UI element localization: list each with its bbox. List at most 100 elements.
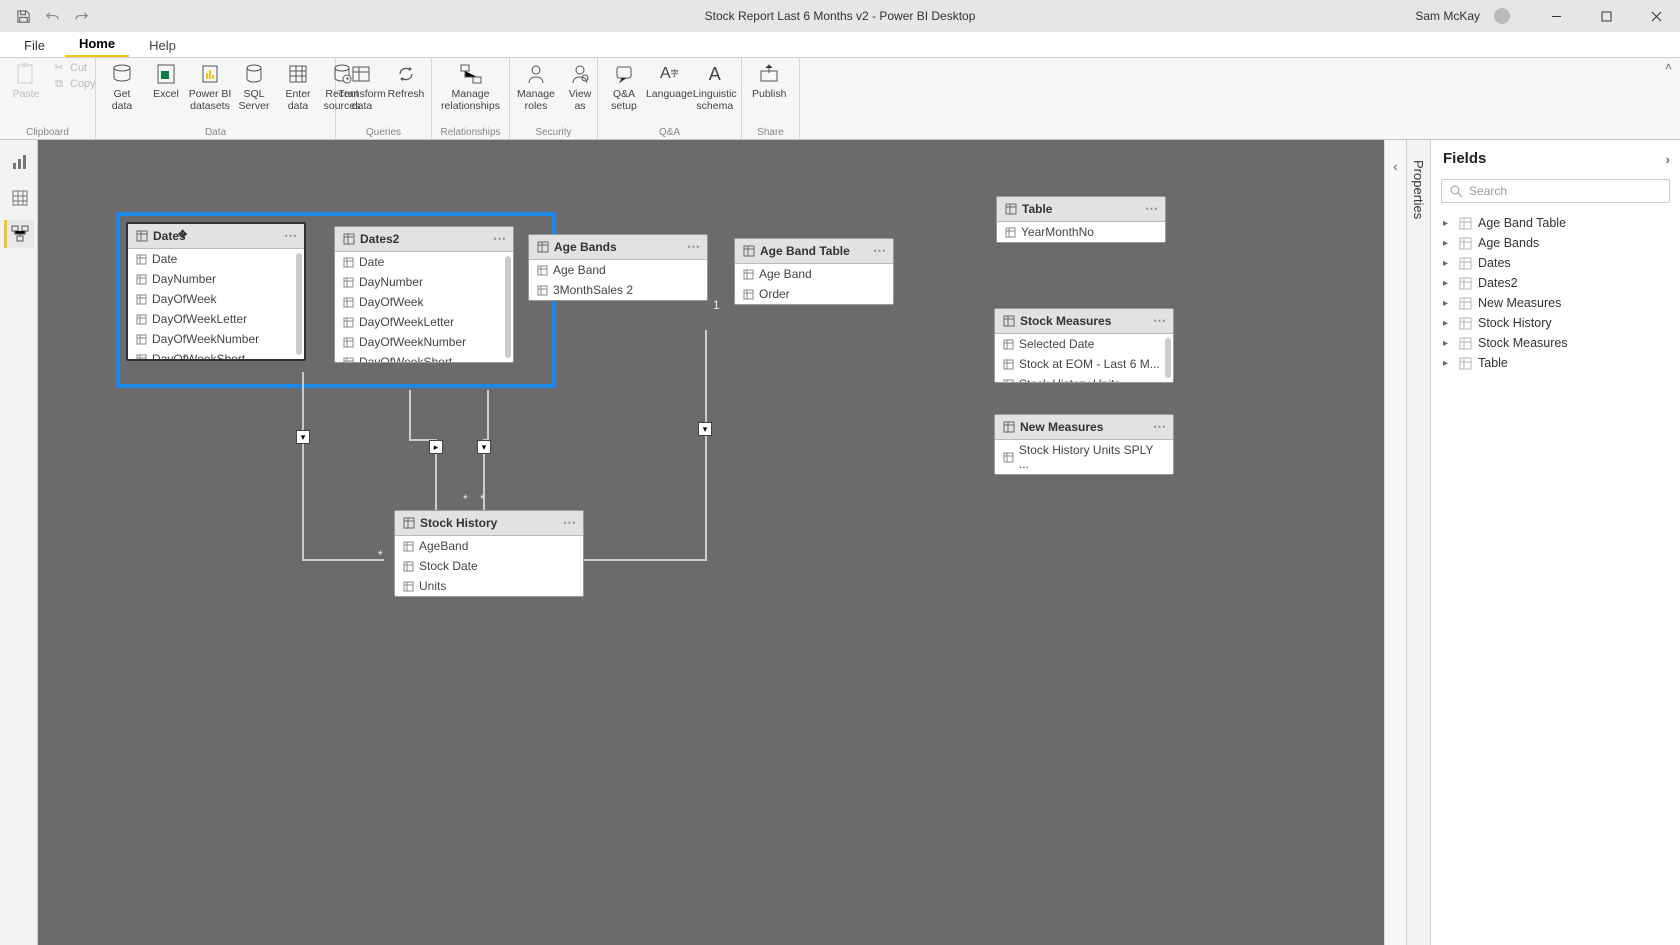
caret-right-icon: ▸ xyxy=(1443,218,1453,229)
fields-table-row[interactable]: ▸Table xyxy=(1439,353,1672,373)
table-menu-icon[interactable]: ⋯ xyxy=(873,243,887,259)
column-row[interactable]: Order xyxy=(735,284,893,304)
table-menu-icon[interactable]: ⋯ xyxy=(1153,419,1167,435)
paste-label: Paste xyxy=(13,88,40,100)
fields-table-row[interactable]: ▸Stock Measures xyxy=(1439,333,1672,353)
publish-button[interactable]: Publish xyxy=(748,60,790,102)
menu-bar: File Home Help xyxy=(0,32,1680,58)
collapse-ribbon-icon[interactable]: ˄ xyxy=(1665,60,1672,74)
cardinality-many: * xyxy=(463,492,468,506)
pbi-datasets-button[interactable]: Power BI datasets xyxy=(190,60,230,114)
app-title: Stock Report Last 6 Months v2 - Power BI… xyxy=(705,9,976,23)
table-menu-icon[interactable]: ⋯ xyxy=(284,228,298,244)
filter-direction-icon: ▸ xyxy=(429,440,443,454)
view-as-button[interactable]: View as xyxy=(560,60,600,114)
column-row[interactable]: DayNumber xyxy=(335,272,513,292)
excel-button[interactable]: Excel xyxy=(146,60,186,102)
column-row[interactable]: DayOfWeekShort xyxy=(335,352,513,362)
table-menu-icon[interactable]: ⋯ xyxy=(1153,313,1167,329)
table-new-measures[interactable]: New Measures ⋯ Stock History Units SPLY .… xyxy=(994,414,1174,475)
model-canvas[interactable]: 1 1 1 * * * * ▾ ▸ ▾ ▾ Dates✥⋯ DateDayNum… xyxy=(38,140,1384,945)
tab-file[interactable]: File xyxy=(10,34,59,57)
table-dates[interactable]: Dates✥⋯ DateDayNumberDayOfWeekDayOfWeekL… xyxy=(126,222,306,361)
refresh-button[interactable]: Refresh xyxy=(386,60,426,102)
fields-table-row[interactable]: ▸Stock History xyxy=(1439,313,1672,333)
get-data-button[interactable]: Get data xyxy=(102,60,142,114)
table-title: Age Band Table xyxy=(760,244,850,258)
maximize-button[interactable] xyxy=(1586,0,1626,32)
column-row[interactable]: DayNumber xyxy=(128,269,304,289)
user-avatar[interactable] xyxy=(1494,8,1510,24)
table-table[interactable]: Table⋯ YearMonthNo xyxy=(996,196,1166,243)
column-row[interactable]: Stock Date xyxy=(395,556,583,576)
table-icon xyxy=(1459,257,1472,270)
fields-table-row[interactable]: ▸Dates2 xyxy=(1439,273,1672,293)
column-row[interactable]: Date xyxy=(128,249,304,269)
minimize-button[interactable] xyxy=(1536,0,1576,32)
fields-table-row[interactable]: ▸New Measures xyxy=(1439,293,1672,313)
user-name[interactable]: Sam McKay xyxy=(1415,9,1480,23)
redo-icon[interactable] xyxy=(74,9,89,24)
qa-setup-button[interactable]: Q&A setup xyxy=(604,60,644,114)
scrollbar[interactable] xyxy=(1165,338,1171,378)
table-stock-history[interactable]: Stock History ⋯ AgeBandStock DateUnits xyxy=(394,510,584,597)
table-title: Stock Measures xyxy=(1020,314,1111,328)
table-menu-icon[interactable]: ⋯ xyxy=(493,231,507,247)
table-menu-icon[interactable]: ⋯ xyxy=(563,515,577,531)
manage-roles-button[interactable]: Manage roles xyxy=(516,60,556,114)
column-row[interactable]: Stock History Units xyxy=(995,374,1173,382)
table-stock-measures[interactable]: Stock Measures ⋯ Selected DateStock at EO… xyxy=(994,308,1174,383)
undo-icon[interactable] xyxy=(45,9,60,24)
group-queries-label: Queries xyxy=(342,127,425,139)
table-menu-icon[interactable]: ⋯ xyxy=(1145,201,1159,217)
group-qa-label: Q&A xyxy=(604,127,735,139)
collapse-pane-icon[interactable]: ‹ xyxy=(1393,158,1398,174)
column-row[interactable]: Stock at EOM - Last 6 M... xyxy=(995,354,1173,374)
scrollbar[interactable] xyxy=(296,253,302,355)
tab-help[interactable]: Help xyxy=(135,34,190,57)
column-row[interactable]: DayOfWeek xyxy=(128,289,304,309)
column-row[interactable]: DayOfWeekLetter xyxy=(335,312,513,332)
fields-table-row[interactable]: ▸Dates xyxy=(1439,253,1672,273)
column-row[interactable]: YearMonthNo xyxy=(997,222,1165,242)
table-menu-icon[interactable]: ⋯ xyxy=(687,239,701,255)
column-row[interactable]: DayOfWeekNumber xyxy=(128,329,304,349)
save-icon[interactable] xyxy=(16,9,31,24)
column-row[interactable]: AgeBand xyxy=(395,536,583,556)
column-row[interactable]: DayOfWeek xyxy=(335,292,513,312)
column-row[interactable]: Selected Date xyxy=(995,334,1173,354)
table-title: New Measures xyxy=(1020,420,1103,434)
column-row[interactable]: 3MonthSales 2 xyxy=(529,280,707,300)
linguistic-schema-button[interactable]: ALinguistic schema xyxy=(695,60,735,114)
manage-relationships-button[interactable]: Manage relationships xyxy=(438,60,503,114)
table-dates2[interactable]: Dates2⋯ DateDayNumberDayOfWeekDayOfWeekL… xyxy=(334,226,514,363)
sql-server-button[interactable]: SQL Server xyxy=(234,60,274,114)
close-button[interactable] xyxy=(1636,0,1676,32)
column-row[interactable]: DayOfWeekNumber xyxy=(335,332,513,352)
tab-home[interactable]: Home xyxy=(65,32,129,57)
table-age-band-table[interactable]: Age Band Table ⋯ Age BandOrder xyxy=(734,238,894,305)
column-row[interactable]: Stock History Units SPLY ... xyxy=(995,440,1173,474)
transform-data-button[interactable]: Transform data xyxy=(342,60,382,114)
fields-table-row[interactable]: ▸Age Band Table xyxy=(1439,213,1672,233)
column-row[interactable]: DayOfWeekShort xyxy=(128,349,304,359)
properties-pane-collapsed[interactable]: Properties xyxy=(1406,140,1430,945)
model-view-button[interactable] xyxy=(4,220,34,248)
column-row[interactable]: DayOfWeekLetter xyxy=(128,309,304,329)
language-button[interactable]: A字Language xyxy=(648,60,691,102)
report-view-button[interactable] xyxy=(4,148,34,176)
column-row[interactable]: Date xyxy=(335,252,513,272)
fields-search[interactable]: Search xyxy=(1441,179,1670,203)
column-row[interactable]: Age Band xyxy=(735,264,893,284)
table-icon xyxy=(1459,317,1472,330)
enter-data-button[interactable]: Enter data xyxy=(278,60,318,114)
filter-direction-icon: ▾ xyxy=(477,440,491,454)
data-view-button[interactable] xyxy=(4,184,34,212)
table-title: Stock History xyxy=(420,516,497,530)
table-age-bands[interactable]: Age Bands⋯ Age Band3MonthSales 2 xyxy=(528,234,708,301)
column-row[interactable]: Age Band xyxy=(529,260,707,280)
expand-pane-icon[interactable]: › xyxy=(1666,152,1670,167)
column-row[interactable]: Units xyxy=(395,576,583,596)
fields-table-row[interactable]: ▸Age Bands xyxy=(1439,233,1672,253)
scrollbar[interactable] xyxy=(505,256,511,358)
